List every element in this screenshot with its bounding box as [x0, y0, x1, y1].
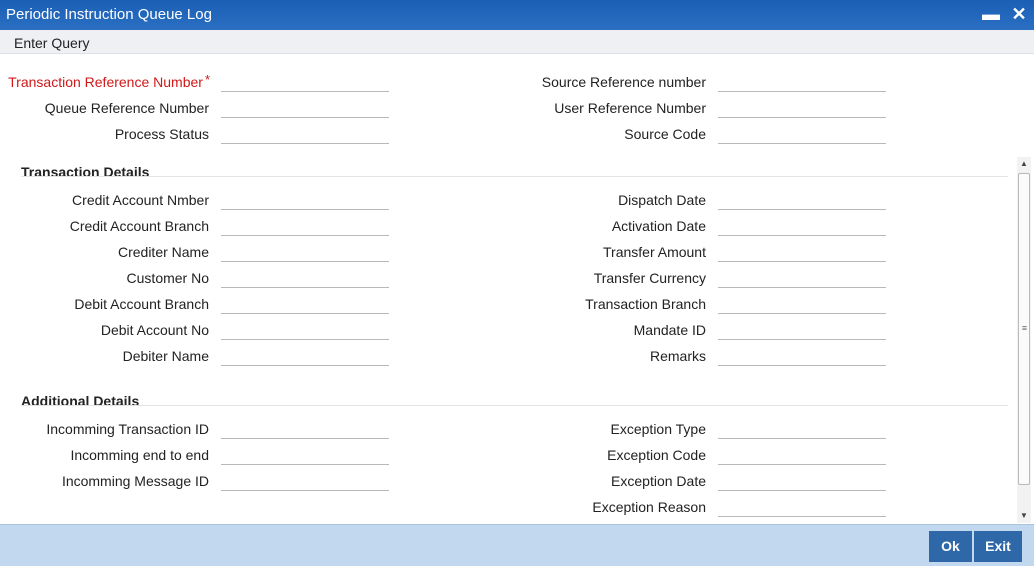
- process-status-input[interactable]: [221, 124, 389, 144]
- label-crediter-name: Crediter Name: [117, 244, 209, 260]
- label-credit-account-number: Credit Account Nmber: [72, 192, 209, 208]
- label-text: Transaction Reference Number: [8, 74, 203, 90]
- transaction-branch-input[interactable]: [718, 294, 886, 314]
- transaction-details-heading: Transaction Details: [21, 164, 150, 180]
- source-reference-number-input[interactable]: [718, 72, 886, 92]
- section-divider: [21, 176, 1008, 177]
- exit-button[interactable]: Exit: [974, 531, 1022, 562]
- transfer-currency-input[interactable]: [718, 268, 886, 288]
- label-exception-reason: Exception Reason: [592, 499, 706, 515]
- credit-account-number-input[interactable]: [221, 190, 389, 210]
- queue-reference-number-input[interactable]: [221, 98, 389, 118]
- label-debit-account-branch: Debit Account Branch: [74, 296, 209, 312]
- ok-button[interactable]: Ok: [929, 531, 972, 562]
- label-incomming-transaction-id: Incomming Transaction ID: [46, 421, 209, 437]
- scroll-down-icon[interactable]: ▼: [1017, 509, 1031, 523]
- label-source-reference-number: Source Reference number: [541, 74, 706, 90]
- debiter-name-input[interactable]: [221, 346, 389, 366]
- debit-account-branch-input[interactable]: [221, 294, 389, 314]
- incomming-transaction-id-input[interactable]: [221, 419, 389, 439]
- label-source-code: Source Code: [624, 126, 706, 142]
- label-remarks: Remarks: [649, 348, 706, 364]
- crediter-name-input[interactable]: [221, 242, 389, 262]
- label-exception-date: Exception Date: [611, 473, 706, 489]
- title-bar: Periodic Instruction Queue Log ▬ ✕: [0, 0, 1034, 30]
- label-exception-code: Exception Code: [607, 447, 706, 463]
- exception-reason-input[interactable]: [718, 497, 886, 517]
- source-code-input[interactable]: [718, 124, 886, 144]
- label-user-reference-number: User Reference Number: [554, 100, 706, 116]
- label-transfer-currency: Transfer Currency: [593, 270, 706, 286]
- credit-account-branch-input[interactable]: [221, 216, 389, 236]
- grip-icon: ≡: [1021, 323, 1028, 333]
- label-transaction-branch: Transaction Branch: [585, 296, 706, 312]
- required-marker: *: [204, 72, 210, 87]
- remarks-input[interactable]: [718, 346, 886, 366]
- incomming-message-id-input[interactable]: [221, 471, 389, 491]
- customer-no-input[interactable]: [221, 268, 389, 288]
- incomming-end-to-end-input[interactable]: [221, 445, 389, 465]
- scrollbar-thumb[interactable]: ≡: [1018, 173, 1030, 485]
- dispatch-date-input[interactable]: [718, 190, 886, 210]
- label-process-status: Process Status: [114, 126, 209, 142]
- label-mandate-id: Mandate ID: [633, 322, 706, 338]
- vertical-scrollbar[interactable]: ▲ ≡ ▼: [1017, 157, 1031, 523]
- label-incomming-message-id: Incomming Message ID: [61, 473, 209, 489]
- section-divider: [21, 405, 1008, 406]
- exception-code-input[interactable]: [718, 445, 886, 465]
- label-credit-account-branch: Credit Account Branch: [69, 218, 209, 234]
- label-dispatch-date: Dispatch Date: [618, 192, 706, 208]
- menu-bar: Enter Query: [0, 30, 1034, 54]
- label-exception-type: Exception Type: [610, 421, 706, 437]
- label-activation-date: Activation Date: [611, 218, 706, 234]
- transaction-reference-number-input[interactable]: [221, 72, 389, 92]
- label-transfer-amount: Transfer Amount: [603, 244, 706, 260]
- minimize-icon[interactable]: ▬: [980, 3, 1002, 25]
- window-title: Periodic Instruction Queue Log: [6, 6, 212, 23]
- enter-query-menu-item[interactable]: Enter Query: [14, 35, 89, 51]
- mandate-id-input[interactable]: [718, 320, 886, 340]
- label-customer-no: Customer No: [126, 270, 209, 286]
- exception-type-input[interactable]: [718, 419, 886, 439]
- label-incomming-end-to-end: Incomming end to end: [70, 447, 209, 463]
- exception-date-input[interactable]: [718, 471, 886, 491]
- label-debit-account-no: Debit Account No: [100, 322, 209, 338]
- label-queue-reference-number: Queue Reference Number: [44, 100, 209, 116]
- user-reference-number-input[interactable]: [718, 98, 886, 118]
- transfer-amount-input[interactable]: [718, 242, 886, 262]
- footer-bar: Ok Exit: [0, 524, 1034, 566]
- close-icon[interactable]: ✕: [1008, 3, 1030, 25]
- activation-date-input[interactable]: [718, 216, 886, 236]
- scroll-up-icon[interactable]: ▲: [1017, 157, 1031, 171]
- label-debiter-name: Debiter Name: [122, 348, 209, 364]
- debit-account-no-input[interactable]: [221, 320, 389, 340]
- label-transaction-reference-number: Transaction Reference Number *: [0, 72, 210, 90]
- additional-details-heading: Additional Details: [21, 393, 140, 409]
